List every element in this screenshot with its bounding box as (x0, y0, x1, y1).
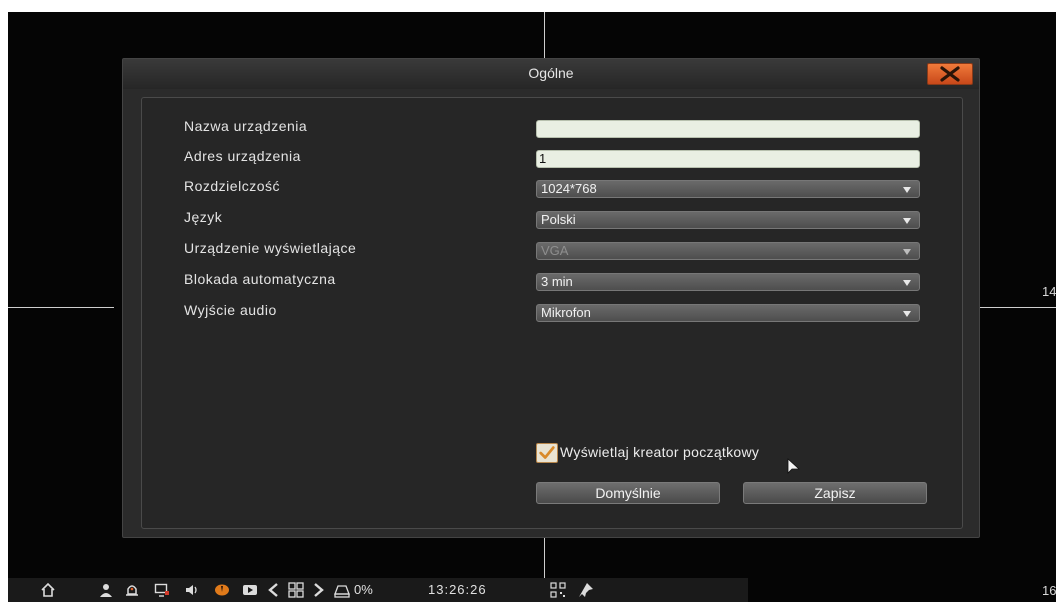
chevron-down-icon (903, 249, 911, 255)
prev-icon[interactable] (266, 582, 282, 598)
dialog-titlebar: Ogólne (123, 59, 979, 89)
auto-lock-label: Blokada automatyczna (184, 271, 336, 287)
channel-label-14: 14 (1042, 284, 1056, 299)
audio-output-value: Mikrofon (541, 305, 591, 320)
record-icon[interactable] (214, 582, 230, 598)
hdd-icon[interactable] (334, 582, 350, 598)
channel-label-16: 16 (1042, 583, 1056, 598)
close-icon (940, 66, 960, 82)
alarm-icon[interactable] (124, 582, 140, 598)
next-icon[interactable] (310, 582, 326, 598)
settings-panel: Nazwa urządzenia Adres urządzenia 1 Rozd… (141, 97, 963, 529)
grid-line-horizontal-left (8, 307, 114, 308)
chevron-down-icon (903, 218, 911, 224)
wizard-checkbox-label: Wyświetlaj kreator początkowy (560, 444, 760, 460)
screen: 14 16 Ogólne Nazwa urządzenia Adres urzą… (0, 0, 1056, 602)
clock-time: 13:26:26 (428, 582, 487, 597)
pin-icon[interactable] (578, 582, 594, 598)
audio-output-select[interactable]: Mikrofon (536, 304, 920, 322)
user-icon[interactable] (98, 582, 114, 598)
resolution-value: 1024*768 (541, 181, 597, 196)
chevron-down-icon (903, 311, 911, 317)
monitor-icon[interactable] (154, 582, 170, 598)
grid-line-horizontal-right (974, 307, 1056, 308)
display-device-select[interactable]: VGA (536, 242, 920, 260)
dialog-title: Ogólne (528, 65, 574, 81)
language-select[interactable]: Polski (536, 211, 920, 229)
qr-icon[interactable] (550, 582, 566, 598)
resolution-label: Rozdzielczość (184, 178, 280, 194)
device-address-label: Adres urządzenia (184, 148, 301, 164)
language-value: Polski (541, 212, 576, 227)
device-name-label: Nazwa urządzenia (184, 118, 308, 134)
auto-lock-value: 3 min (541, 274, 573, 289)
chevron-down-icon (903, 280, 911, 286)
volume-icon[interactable] (184, 582, 200, 598)
grid-icon[interactable] (288, 582, 304, 598)
checkmark-icon (539, 446, 555, 459)
general-settings-dialog: Ogólne Nazwa urządzenia Adres urządzenia… (122, 58, 980, 538)
resolution-select[interactable]: 1024*768 (536, 180, 920, 198)
mouse-cursor-icon (787, 458, 801, 474)
language-label: Język (184, 209, 223, 225)
display-device-label: Urządzenie wyświetlające (184, 240, 357, 256)
device-address-input[interactable]: 1 (536, 150, 920, 168)
play-icon[interactable] (242, 582, 258, 598)
save-button[interactable]: Zapisz (743, 482, 927, 504)
taskbar: 0% 13:26:26 (8, 578, 748, 602)
close-button[interactable] (927, 63, 973, 85)
hdd-usage-text: 0% (354, 582, 373, 597)
default-button[interactable]: Domyślnie (536, 482, 720, 504)
audio-output-label: Wyjście audio (184, 302, 277, 318)
dvr-monitor: 14 16 Ogólne Nazwa urządzenia Adres urzą… (8, 12, 1056, 602)
home-icon[interactable] (40, 582, 56, 598)
wizard-checkbox[interactable] (536, 443, 558, 463)
chevron-down-icon (903, 187, 911, 193)
device-name-input[interactable] (536, 120, 920, 138)
display-device-value: VGA (541, 243, 569, 258)
auto-lock-select[interactable]: 3 min (536, 273, 920, 291)
